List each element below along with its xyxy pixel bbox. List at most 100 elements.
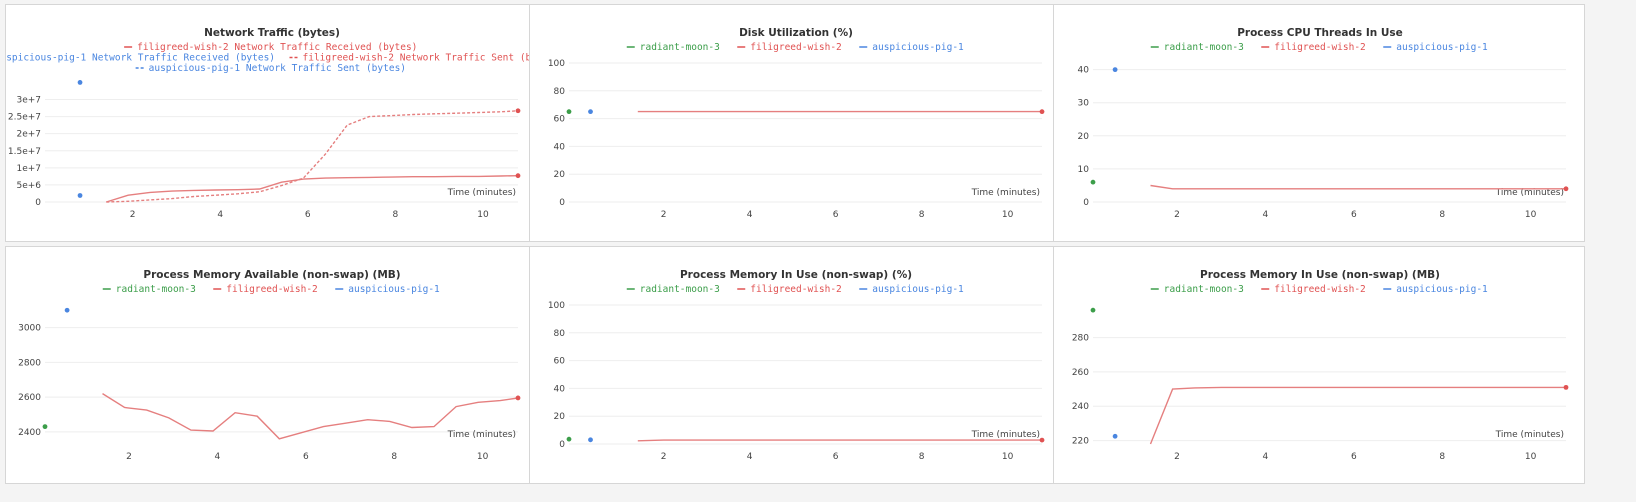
legend-label[interactable]: radiant-moon-3 bbox=[116, 284, 196, 295]
chart-title: Disk Utilization (%) bbox=[739, 27, 853, 39]
y-tick-label: 2.5e+7 bbox=[8, 113, 41, 123]
data-point[interactable] bbox=[1563, 384, 1569, 390]
chart-panel: Disk Utilization (%) radiant-moon-3 filigr… bbox=[529, 4, 1061, 242]
y-tick-label: 30 bbox=[1078, 99, 1090, 109]
data-point[interactable] bbox=[515, 108, 521, 114]
chart-svg: Process Memory Available (non-swap) (MB)… bbox=[18, 269, 521, 462]
x-tick-label: 2 bbox=[661, 210, 667, 220]
legend-label[interactable]: auspicious-pig-1 bbox=[1396, 284, 1488, 295]
data-point[interactable] bbox=[515, 395, 521, 401]
legend-label[interactable]: filigreed-wish-2 Network Traffic Receive… bbox=[137, 42, 417, 53]
chart-title: Process Memory In Use (non-swap) (MB) bbox=[1200, 269, 1440, 281]
y-tick-label: 2400 bbox=[18, 428, 41, 438]
y-tick-label: 5e+6 bbox=[16, 181, 41, 191]
y-tick-label: 100 bbox=[548, 59, 565, 69]
x-tick-label: 6 bbox=[833, 210, 839, 220]
x-tick-label: 6 bbox=[833, 452, 839, 462]
chart-svg: Process Memory In Use (non-swap) (%) radi… bbox=[548, 269, 1045, 462]
data-point[interactable] bbox=[77, 80, 83, 85]
y-tick-label: 20 bbox=[554, 170, 566, 180]
legend-label[interactable]: auspicious-pig-1 bbox=[872, 284, 964, 295]
y-tick-label: 280 bbox=[1072, 334, 1089, 344]
y-tick-label: 0 bbox=[1083, 198, 1089, 208]
chart-svg: Network Traffic (bytes) filigreed-wish-2 … bbox=[6, 27, 539, 220]
data-point[interactable] bbox=[1090, 179, 1096, 185]
legend-label[interactable]: radiant-moon-3 bbox=[1164, 284, 1244, 295]
x-tick-label: 6 bbox=[303, 452, 309, 462]
chart-title: Network Traffic (bytes) bbox=[204, 27, 340, 39]
legend-label[interactable]: filigreed-wish-2 bbox=[1274, 284, 1366, 295]
data-point[interactable] bbox=[1112, 67, 1118, 73]
data-point[interactable] bbox=[515, 173, 521, 179]
legend-label[interactable]: auspicious-pig-1 bbox=[1396, 42, 1488, 53]
x-tick-label: 4 bbox=[747, 210, 753, 220]
data-point[interactable] bbox=[1563, 186, 1569, 192]
x-tick-label: 2 bbox=[130, 210, 136, 220]
data-point[interactable] bbox=[42, 424, 48, 430]
chart-title: Process Memory In Use (non-swap) (%) bbox=[680, 269, 912, 281]
y-tick-label: 20 bbox=[554, 412, 566, 422]
chart-svg: Disk Utilization (%) radiant-moon-3 filigr… bbox=[548, 27, 1045, 220]
x-axis-label: Time (minutes) bbox=[447, 430, 516, 440]
chart-svg: Process CPU Threads In Use radiant-moon-3… bbox=[1078, 27, 1569, 220]
legend-label[interactable]: radiant-moon-3 bbox=[640, 42, 720, 53]
legend-label[interactable]: filigreed-wish-2 Network Traffic Sent (b… bbox=[303, 53, 539, 64]
y-tick-label: 20 bbox=[1078, 132, 1090, 142]
legend-label[interactable]: auspicious-pig-1 bbox=[872, 42, 964, 53]
legend-label[interactable]: radiant-moon-3 bbox=[640, 284, 720, 295]
data-point[interactable] bbox=[588, 437, 593, 443]
x-axis-label: Time (minutes) bbox=[1495, 430, 1564, 440]
y-tick-label: 80 bbox=[554, 87, 566, 97]
y-tick-label: 40 bbox=[554, 142, 566, 152]
x-tick-label: 8 bbox=[1439, 210, 1445, 220]
x-axis-label: Time (minutes) bbox=[971, 188, 1040, 198]
legend-label[interactable]: auspicious-pig-1 Network Traffic Sent (b… bbox=[149, 63, 406, 74]
y-tick-label: 80 bbox=[554, 329, 566, 339]
x-tick-label: 4 bbox=[1263, 452, 1269, 462]
legend-label[interactable]: radiant-moon-3 bbox=[1164, 42, 1244, 53]
series-line[interactable] bbox=[637, 439, 1042, 442]
x-tick-label: 4 bbox=[747, 452, 753, 462]
x-tick-label: 10 bbox=[1002, 210, 1014, 220]
y-tick-label: 240 bbox=[1072, 402, 1089, 412]
legend-label[interactable]: auspicious-pig-1 Network Traffic Receive… bbox=[6, 53, 275, 64]
x-tick-label: 2 bbox=[1174, 452, 1180, 462]
data-point[interactable] bbox=[1112, 433, 1118, 439]
legend-label[interactable]: filigreed-wish-2 bbox=[1274, 42, 1366, 53]
legend-label[interactable]: filigreed-wish-2 bbox=[226, 284, 318, 295]
data-point[interactable] bbox=[566, 436, 572, 442]
y-tick-label: 220 bbox=[1072, 437, 1089, 447]
x-tick-label: 2 bbox=[1174, 210, 1180, 220]
x-tick-label: 6 bbox=[1351, 452, 1357, 462]
chart-panel: Process Memory Available (non-swap) (MB)… bbox=[5, 246, 537, 484]
data-point[interactable] bbox=[588, 109, 593, 115]
legend-label[interactable]: auspicious-pig-1 bbox=[348, 284, 440, 295]
data-point[interactable] bbox=[77, 193, 83, 198]
legend-label[interactable]: filigreed-wish-2 bbox=[750, 42, 842, 53]
data-point[interactable] bbox=[566, 109, 572, 115]
x-tick-label: 10 bbox=[477, 452, 489, 462]
legend-label[interactable]: filigreed-wish-2 bbox=[750, 284, 842, 295]
y-tick-label: 3000 bbox=[18, 324, 41, 334]
data-point[interactable] bbox=[1090, 307, 1096, 313]
x-tick-label: 4 bbox=[1263, 210, 1269, 220]
x-tick-label: 2 bbox=[126, 452, 132, 462]
chart-title: Process CPU Threads In Use bbox=[1237, 27, 1403, 39]
data-point[interactable] bbox=[1039, 437, 1045, 443]
y-tick-label: 3e+7 bbox=[16, 96, 41, 106]
y-tick-label: 2800 bbox=[18, 358, 41, 368]
y-tick-label: 60 bbox=[554, 357, 566, 367]
chart-panel: Process Memory In Use (non-swap) (MB) rad… bbox=[1053, 246, 1585, 484]
data-point[interactable] bbox=[1039, 109, 1045, 115]
x-tick-label: 2 bbox=[661, 452, 667, 462]
y-tick-label: 1e+7 bbox=[16, 164, 41, 174]
data-point[interactable] bbox=[64, 307, 70, 313]
x-tick-label: 10 bbox=[477, 210, 489, 220]
x-axis-label: Time (minutes) bbox=[447, 188, 516, 198]
chart-panel: Network Traffic (bytes) filigreed-wish-2 … bbox=[5, 4, 539, 242]
y-tick-label: 40 bbox=[1078, 66, 1090, 76]
x-tick-label: 8 bbox=[393, 210, 399, 220]
x-tick-label: 8 bbox=[1439, 452, 1445, 462]
y-tick-label: 0 bbox=[559, 440, 565, 450]
y-tick-label: 60 bbox=[554, 115, 566, 125]
